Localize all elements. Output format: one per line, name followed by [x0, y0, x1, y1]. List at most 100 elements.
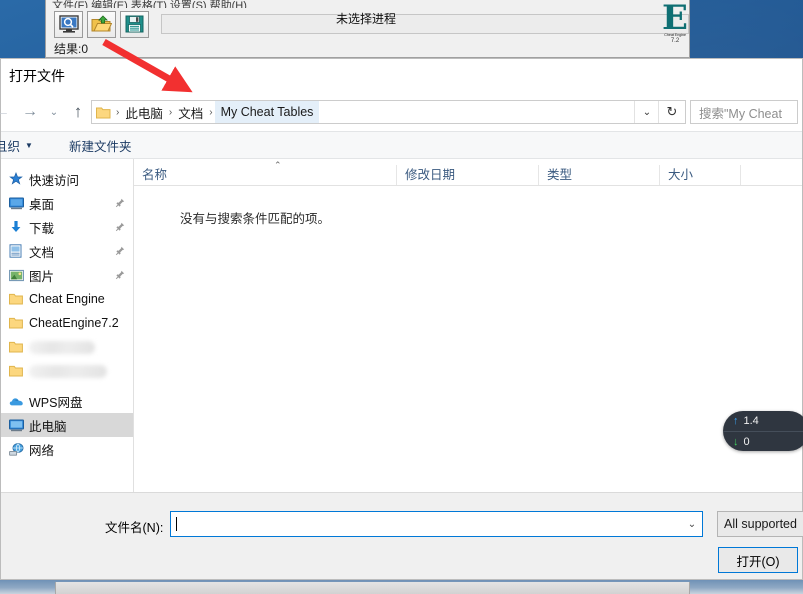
folder-icon [9, 293, 29, 305]
sidebar-item-cheat-engine[interactable]: Cheat Engine [1, 287, 133, 311]
sidebar-item-documents[interactable]: 文档 [1, 239, 133, 263]
organize-button[interactable]: 且织 ▼ [0, 136, 43, 155]
sidebar-item-desktop[interactable]: 桌面 [1, 191, 133, 215]
background-window-edge [55, 582, 690, 594]
navigation-pane: 快速访问 桌面 下载 文档 图片 Cheat Engine CheatEngin… [1, 159, 134, 492]
cheat-engine-e-glyph: E [662, 0, 688, 38]
sidebar-item-pictures[interactable]: 图片 [1, 263, 133, 287]
breadcrumb-separator-2: › [168, 106, 173, 118]
open-button[interactable]: 打开(O) [718, 547, 798, 573]
cheat-engine-logo: E Cheat Engine 7.2 [660, 0, 690, 50]
address-bar[interactable]: › 此电脑 › 文档 › My Cheat Tables ⌄ ↻ [91, 100, 686, 124]
organize-label: 且织 [0, 139, 21, 154]
no-process-selected-label: 未选择进程 [336, 12, 397, 26]
sidebar-item-wps-cloud[interactable]: WPS网盘 [1, 389, 133, 413]
column-header-spacer [740, 165, 792, 185]
sidebar-item-this-pc[interactable]: 此电脑 [1, 413, 133, 437]
save-file-icon[interactable] [120, 10, 149, 38]
sidebar-item-label: 此电脑 [29, 419, 67, 434]
refresh-icon[interactable]: ↻ [658, 101, 685, 123]
upload-arrow-icon: ↑ [733, 415, 739, 427]
pin-icon[interactable] [115, 246, 125, 256]
command-bar: 且织 ▼ 新建文件夹 [0, 131, 802, 159]
cheat-engine-logo-sub: Cheat Engine [664, 32, 686, 37]
sidebar-item-label: 快速访问 [29, 173, 80, 188]
download-speed-value: 0 [743, 436, 750, 448]
column-header-row: 名称 修改日期 类型 大小 ⌃ [134, 159, 802, 186]
breadcrumb-item-my-cheat-tables[interactable]: My Cheat Tables [214, 101, 320, 123]
sidebar-item-redacted-2[interactable] [1, 359, 133, 383]
file-type-filter-dropdown[interactable]: All supported [717, 511, 803, 537]
nav-button-group: ← → ⌄ ↑ [0, 99, 91, 125]
chevron-down-icon: ▼ [25, 140, 33, 150]
download-speed-row: ↓ 0 [723, 431, 803, 451]
forward-button[interactable]: → [17, 99, 43, 125]
network-icon [9, 442, 29, 456]
chevron-down-icon[interactable]: ⌄ [634, 101, 659, 123]
open-file-icon[interactable] [87, 10, 116, 38]
cheat-engine-menubar[interactable]: 文件(F) 编辑(E) 表格(T) 设置(S) 帮助(H) [46, 0, 689, 8]
download-icon [9, 220, 29, 234]
up-button[interactable]: ↑ [65, 99, 91, 125]
cheat-engine-logo-version: 7.2 [670, 38, 680, 44]
filename-input[interactable]: ⌄ [170, 511, 703, 537]
new-folder-button[interactable]: 新建文件夹 [59, 136, 142, 155]
sidebar-item-label: 网络 [29, 443, 55, 458]
folder-icon [9, 365, 29, 377]
sidebar-item-label: Cheat Engine [29, 292, 105, 306]
sidebar-item-label: CheatEngine7.2 [29, 316, 119, 330]
upload-speed-row: ↑ 1.4 [723, 411, 803, 431]
dialog-title: 打开文件 [1, 59, 802, 93]
sidebar-item-label: 桌面 [29, 197, 55, 212]
sidebar-item-network[interactable]: 网络 [1, 437, 133, 461]
star-icon [9, 172, 29, 186]
file-list-pane: 名称 修改日期 类型 大小 ⌃ 没有与搜索条件匹配的项。 [134, 159, 802, 492]
sidebar-item-redacted-1[interactable] [1, 335, 133, 359]
breadcrumb-separator: › [116, 106, 120, 118]
text-caret [176, 517, 177, 531]
sidebar-item-downloads[interactable]: 下载 [1, 215, 133, 239]
desktop-icon [9, 197, 29, 210]
dialog-body: 快速访问 桌面 下载 文档 图片 Cheat Engine CheatEngin… [1, 159, 802, 492]
process-name-field[interactable] [161, 14, 689, 34]
breadcrumb-item-documents[interactable]: 文档 [174, 101, 207, 123]
pin-icon[interactable] [115, 222, 125, 232]
column-header-size[interactable]: 大小 [659, 165, 740, 185]
redacted-label [29, 340, 95, 354]
folder-icon [92, 106, 114, 119]
sort-ascending-icon: ⌃ [274, 160, 282, 170]
network-speed-widget[interactable]: ↑ 1.4 ↓ 0 [723, 411, 803, 451]
redacted-label [29, 364, 107, 378]
column-header-type[interactable]: 类型 [538, 165, 659, 185]
recent-locations-button[interactable]: ⌄ [45, 99, 63, 125]
search-input[interactable]: 搜索"My Cheat [690, 100, 798, 124]
folder-icon [9, 341, 29, 353]
document-icon [9, 244, 29, 258]
folder-icon [9, 317, 29, 329]
chevron-down-icon[interactable]: ⌄ [682, 512, 702, 536]
sidebar-item-quick-access[interactable]: 快速访问 [1, 167, 133, 191]
scan-result-count: 结果:0 [54, 42, 89, 56]
column-header-name[interactable]: 名称 [134, 165, 396, 185]
breadcrumb-item-this-pc[interactable]: 此电脑 [121, 101, 167, 123]
sidebar-item-label: WPS网盘 [29, 395, 83, 410]
sidebar-item-cheatengine72[interactable]: CheatEngine7.2 [1, 311, 133, 335]
dialog-footer: 文件名(N): ⌄ All supported [1, 492, 803, 579]
sidebar-item-label: 下载 [29, 221, 55, 236]
pin-icon[interactable] [115, 198, 125, 208]
pin-icon[interactable] [115, 270, 125, 280]
sidebar-item-label: 图片 [29, 269, 55, 284]
filename-label: 文件名(N): [105, 521, 164, 535]
navigation-bar: ← → ⌄ ↑ › 此电脑 › 文档 › My Cheat Tables ⌄ ↻ [0, 93, 802, 131]
upload-speed-value: 1.4 [743, 415, 759, 427]
breadcrumb-separator-3: › [209, 106, 213, 118]
computer-icon [9, 419, 29, 432]
empty-folder-message: 没有与搜索条件匹配的项。 [180, 212, 331, 226]
cloud-icon [9, 396, 29, 407]
download-arrow-icon: ↓ [733, 436, 739, 448]
back-button[interactable]: ← [0, 99, 15, 125]
open-file-dialog: 打开文件 ← → ⌄ ↑ › 此电脑 › 文档 › My Cheat Table… [0, 58, 803, 580]
column-header-date-modified[interactable]: 修改日期 [396, 165, 538, 185]
cheat-engine-window: 文件(F) 编辑(E) 表格(T) 设置(S) 帮助(H) 未选择进程 结果:0 [45, 0, 690, 58]
select-process-icon[interactable] [54, 10, 83, 38]
